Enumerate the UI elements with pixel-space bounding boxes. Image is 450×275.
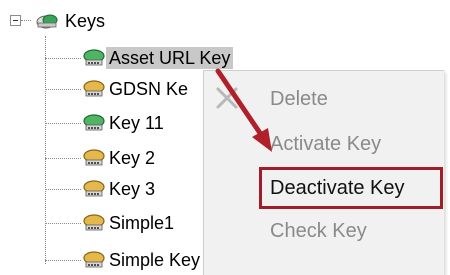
tree-connector	[45, 123, 81, 124]
tree-item-label: Key 11	[109, 113, 164, 133]
inactive-key-icon	[83, 214, 105, 231]
tree-connector	[45, 223, 81, 224]
inactive-key-icon	[83, 149, 105, 166]
keys-folder-icon	[36, 14, 58, 29]
tree-item-key-11[interactable]: Key 11	[82, 110, 167, 136]
tree-connector	[45, 260, 81, 261]
menu-item-check-key[interactable]: Check Key	[270, 214, 367, 248]
active-key-icon	[83, 114, 105, 131]
tree-item-label: Key 3	[109, 179, 156, 199]
tree-connector	[45, 36, 46, 264]
context-menu: Delete Activate Key Deactivate Key Check…	[203, 70, 444, 275]
tree-item-simple1[interactable]: Simple1	[82, 210, 177, 236]
tree-root-keys[interactable]: Keys	[32, 8, 108, 34]
menu-item-delete[interactable]: Delete	[270, 82, 328, 116]
menu-item-label: Delete	[270, 87, 328, 110]
delete-x-icon	[216, 87, 238, 109]
tree-root-label: Keys	[65, 11, 106, 31]
tree-connector	[45, 158, 81, 159]
tree-connector	[45, 89, 81, 90]
active-key-icon	[83, 49, 105, 66]
tree-item-simple-key[interactable]: Simple Key	[82, 247, 203, 273]
inactive-key-icon	[83, 251, 105, 268]
menu-item-label: Activate Key	[270, 132, 382, 155]
tree-item-label: Key 2	[109, 148, 156, 168]
highlight-box	[259, 167, 443, 209]
tree-connector	[45, 58, 81, 59]
tree-item-label: Simple1	[109, 213, 175, 233]
tree-item-label: Asset URL Key	[106, 47, 234, 69]
tree-item-gdsn-key[interactable]: GDSN Ke	[82, 76, 191, 102]
tree-item-label: Simple Key	[109, 250, 201, 270]
inactive-key-icon	[83, 180, 105, 197]
tree-connector	[45, 189, 81, 190]
tree-item-key-2[interactable]: Key 2	[82, 145, 158, 171]
tree-item-key-3[interactable]: Key 3	[82, 176, 158, 202]
collapse-toggle[interactable]	[10, 15, 21, 26]
menu-item-activate-key[interactable]: Activate Key	[270, 127, 381, 161]
tree-connector	[21, 20, 31, 21]
menu-item-label: Check Key	[270, 219, 367, 242]
tree-item-asset-url-key[interactable]: Asset URL Key	[82, 45, 234, 71]
tree-item-label: GDSN Ke	[109, 79, 189, 99]
inactive-key-icon	[83, 80, 105, 97]
